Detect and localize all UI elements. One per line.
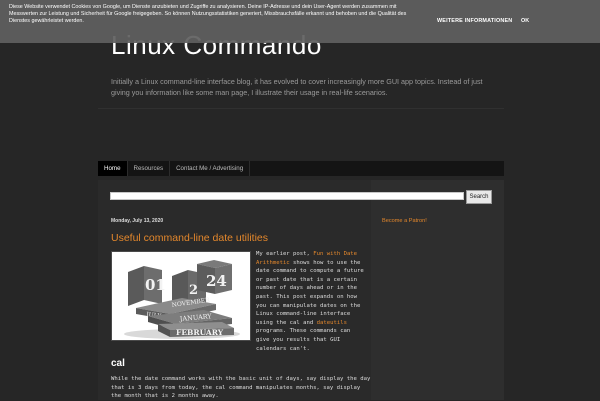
post-body-intro: My earlier post,	[256, 251, 314, 257]
sidebar	[371, 180, 504, 400]
cookie-notice-text: Diese Website verwendet Cookies von Goog…	[9, 4, 407, 24]
more-info-button[interactable]: WEITERE INFORMATIONEN	[437, 18, 512, 24]
header-divider	[98, 108, 504, 109]
post-title[interactable]: Useful command-line date utilities	[111, 232, 268, 244]
post-date: Monday, July 13, 2020	[111, 218, 164, 224]
calendar-blocks-image[interactable]: 01 2 24 NOVEMBER JULY JANUARY FEBRUARY	[111, 251, 251, 341]
block-label-01: 01	[145, 276, 166, 294]
search-button[interactable]: Search	[466, 190, 492, 204]
nav-tabs: Home Resources Contact Me / Advertising	[98, 161, 504, 176]
cookie-ok-button[interactable]: OK	[521, 18, 529, 24]
post-body: My earlier post, Fun with Date Arithmeti…	[256, 250, 366, 353]
post-body-end: programs. These commands can give you re…	[256, 328, 351, 352]
tab-resources[interactable]: Resources	[128, 161, 171, 176]
tab-home[interactable]: Home	[98, 161, 128, 176]
month-label-february: FEBRUARY	[176, 328, 224, 337]
cookie-banner: Diese Website verwendet Cookies von Goog…	[0, 0, 600, 43]
post-body-mid: shows how to use the date command to com…	[256, 259, 364, 326]
cal-paragraph: While the date command works with the ba…	[111, 376, 371, 400]
tab-contact[interactable]: Contact Me / Advertising	[170, 161, 251, 176]
search-input[interactable]	[110, 192, 464, 200]
calendar-blocks-illustration: 01 2 24 NOVEMBER JULY JANUARY FEBRUARY	[112, 252, 250, 340]
dateutils-link[interactable]: dateutils	[317, 320, 347, 326]
block-label-24: 24	[206, 272, 227, 290]
section-heading-cal: cal	[111, 358, 125, 369]
become-patron-link[interactable]: Become a Patron!	[382, 218, 427, 224]
svg-text:2: 2	[189, 283, 198, 298]
blog-description: Initially a Linux command-line interface…	[111, 77, 483, 97]
